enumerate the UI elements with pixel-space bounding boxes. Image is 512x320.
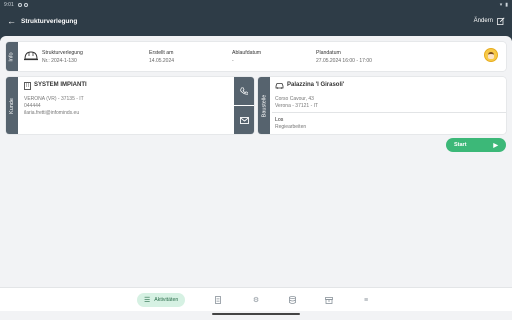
site-name: Palazzina 'I Girasoli' — [287, 82, 345, 88]
status-icons — [17, 2, 28, 7]
site-tag: Baustelle — [258, 77, 270, 134]
database-icon — [288, 296, 296, 304]
customer-name: SYSTEM IMPIANTI — [34, 82, 87, 88]
edit-icon — [497, 17, 505, 25]
customer-address: VERONA (VR) - 37135 - IT — [24, 96, 84, 102]
email-button[interactable] — [234, 106, 254, 134]
bottom-navigation: ☰ Aktivitäten ⚙ ≡ — [0, 287, 512, 311]
notification-icon — [17, 2, 22, 7]
avatar-face-icon — [488, 51, 494, 59]
expiry-value: - — [232, 58, 234, 64]
nav-activities-label: Aktivitäten — [154, 297, 179, 303]
info-tag: Info — [6, 42, 18, 71]
archive-icon — [325, 296, 333, 304]
building-icon — [24, 82, 31, 90]
customer-phone: 044444 — [24, 103, 41, 109]
site-city: Verona - 37121 - IT — [275, 103, 319, 109]
start-label: Start — [454, 142, 467, 148]
play-icon: ▶ — [493, 142, 498, 149]
edit-button[interactable]: Ändern — [474, 17, 505, 25]
phone-icon — [240, 87, 248, 95]
page-title: Strukturverlegung — [21, 17, 78, 25]
avatar[interactable] — [484, 48, 498, 62]
info-planned: Plandatum 27.05.2024 16:00 - 17:00 — [316, 50, 372, 64]
status-bar: 9:01 ▾ ▮ — [0, 0, 512, 9]
list-icon: ☰ — [144, 297, 151, 304]
document-icon — [215, 296, 221, 304]
back-arrow-icon[interactable]: ← — [7, 16, 16, 26]
site-street: Corso Cavour, 43 — [275, 96, 314, 102]
wifi-icon: ▾ — [499, 1, 503, 8]
status-right: ▾ ▮ — [500, 2, 508, 8]
info-expiry: Ablaufdatum - — [232, 50, 261, 64]
edit-label: Ändern — [473, 18, 493, 24]
info-card: Info Strukturverlegung Nr.: 2024-1-130 E… — [6, 42, 506, 71]
expiry-label: Ablaufdatum — [232, 50, 262, 56]
info-type: Strukturverlegung Nr.: 2024-1-130 — [42, 50, 83, 64]
customer-tag: Kunde — [6, 77, 18, 134]
info-type-label: Strukturverlegung — [42, 50, 83, 56]
lot-value: Regiearbeiten — [275, 124, 307, 130]
nav-archive[interactable] — [323, 293, 335, 307]
customer-email: ilaria.fretti@infominds.eu — [24, 110, 80, 116]
info-created: Erstellt am 14.05.2024 — [149, 50, 174, 64]
planned-label: Plandatum — [316, 50, 341, 56]
lot-label: Los — [275, 117, 284, 123]
content-area — [0, 36, 512, 287]
nav-database[interactable] — [286, 293, 298, 307]
nav-activities[interactable]: ☰ Aktivitäten — [137, 293, 186, 307]
start-button[interactable]: Start ▶ — [446, 138, 506, 152]
mail-icon — [239, 116, 249, 124]
helmet-icon — [24, 51, 38, 61]
call-button[interactable] — [234, 77, 254, 105]
status-time: 9:01 — [4, 1, 14, 8]
car-icon — [275, 83, 284, 89]
menu-icon: ≡ — [363, 296, 369, 304]
nav-menu[interactable]: ≡ — [360, 293, 372, 307]
site-card: Baustelle Palazzina 'I Girasoli' Corso C… — [258, 77, 506, 134]
nav-settings[interactable]: ⚙ — [250, 293, 262, 307]
planned-value: 27.05.2024 16:00 - 17:00 — [316, 58, 372, 64]
gear-icon: ⚙ — [252, 297, 260, 304]
gesture-bar — [212, 313, 300, 315]
created-value: 14.05.2024 — [149, 58, 175, 64]
created-label: Erstellt am — [149, 50, 174, 56]
customer-card: Kunde SYSTEM IMPIANTI VERONA (VR) - 3713… — [6, 77, 254, 134]
shield-icon — [23, 2, 28, 7]
app-bar: ← Strukturverlegung Ändern — [0, 9, 512, 33]
site-divider — [272, 112, 506, 113]
battery-icon: ▮ — [505, 1, 508, 8]
info-number: Nr.: 2024-1-130 — [42, 58, 77, 64]
nav-documents[interactable] — [212, 293, 224, 307]
